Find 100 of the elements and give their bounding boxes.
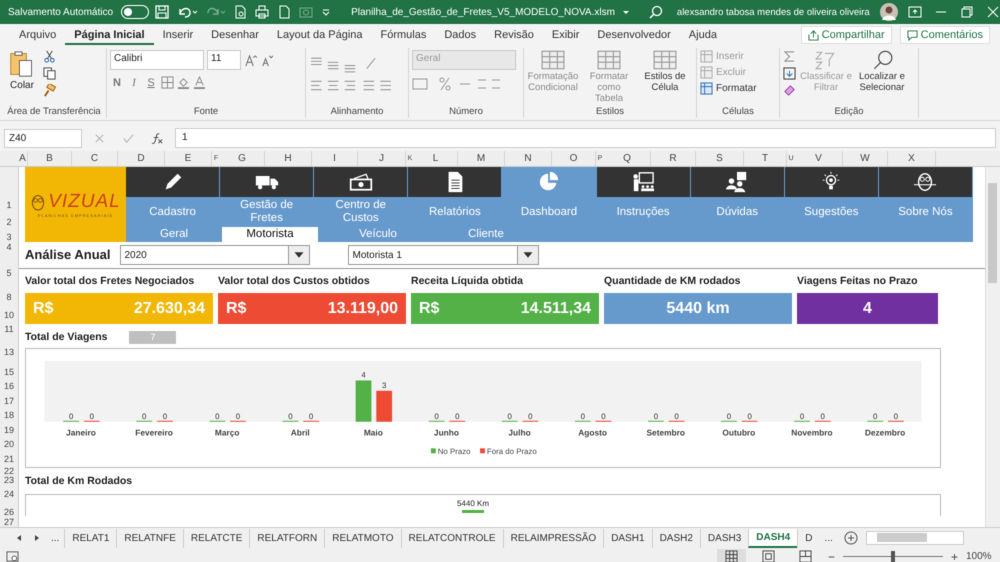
row-header[interactable]: 3 [6, 232, 12, 242]
currency-symbol: R$ [33, 300, 54, 318]
currency-symbol: R$ [419, 300, 440, 318]
row-header[interactable]: 15 [4, 367, 14, 377]
ribbon-tab[interactable]: Inserir [154, 26, 202, 44]
italic-button[interactable]: I [127, 76, 141, 88]
kpi-label: Viagens Feitas no Prazo [797, 275, 919, 287]
column-header[interactable]: Q [604, 151, 651, 166]
row-header[interactable]: 23 [4, 476, 14, 485]
group-label: Edição [833, 106, 865, 118]
group-label: Número [448, 106, 484, 118]
ribbon-tab[interactable]: Revisão [485, 26, 543, 44]
axis-label: Setembro [646, 428, 685, 438]
ribbon-tab[interactable]: Desenhar [202, 26, 268, 44]
ribbon-tab[interactable]: Arquivo [10, 26, 66, 44]
data-label: 0 [654, 412, 658, 421]
sheet-tab[interactable]: DASH4 [748, 528, 798, 548]
bold-button[interactable]: N [110, 76, 124, 88]
kpi-label: Valor total dos Fretes Negociados [25, 275, 196, 287]
row-header[interactable]: 13 [4, 347, 14, 357]
axis-label: Agosto [578, 428, 608, 438]
column-header[interactable]: T [744, 151, 787, 166]
column-header[interactable]: I [312, 151, 358, 166]
column-header[interactable]: A [18, 151, 28, 166]
styles-button[interactable]: Estilos de Célula [639, 50, 691, 94]
column-header[interactable]: V [795, 151, 843, 166]
column-header[interactable]: L [414, 151, 458, 166]
sub-tab[interactable]: Motorista [222, 227, 318, 242]
cells-button[interactable]: Formatar [700, 82, 757, 95]
data-label: 0 [288, 412, 293, 421]
ribbon-tab[interactable]: Exibir [542, 26, 588, 44]
row-header[interactable]: 24 [4, 489, 14, 499]
row-header[interactable]: 8 [6, 292, 12, 302]
column-header[interactable]: E [165, 151, 212, 166]
data-label: 0 [820, 412, 825, 421]
zoom-in-button[interactable]: + [950, 550, 958, 562]
column-header[interactable]: G [220, 151, 265, 166]
row-header[interactable]: 11 [4, 324, 14, 334]
axis-label: Julho [508, 428, 531, 438]
row-header[interactable]: 20 [4, 439, 14, 449]
ribbon-tab[interactable]: Fórmulas [372, 26, 436, 44]
group-label: Fonte [192, 106, 220, 118]
row-header[interactable]: 27 [4, 517, 14, 527]
column-header[interactable]: B [28, 151, 72, 166]
window-title: Planilha_de_Gestão_de_Fretes_V5_MODELO_NOVA.xlsm [351, 6, 615, 18]
name-box[interactable]: Z40 [4, 128, 82, 148]
column-header[interactable]: S [696, 151, 744, 166]
column-header[interactable]: M [458, 151, 505, 166]
kpi-value: 4 [863, 300, 872, 318]
underline-button[interactable]: S [144, 76, 158, 88]
ribbon-tab[interactable]: Dados [435, 26, 486, 44]
zoom-out-button[interactable]: − [828, 550, 835, 562]
section-title: Total de Viagens [25, 331, 108, 343]
data-label: 0 [674, 412, 679, 421]
data-label: 0 [601, 412, 606, 421]
column-header[interactable]: W [843, 151, 888, 166]
axis-label: Fevereiro [135, 428, 173, 438]
zoom-level[interactable]: 100% [966, 551, 994, 562]
font-size-field[interactable]: 11 [207, 50, 241, 70]
column-header[interactable]: O [552, 151, 596, 166]
data-label: 0 [873, 412, 878, 421]
row-header[interactable]: 17 [4, 396, 14, 406]
font-name-field[interactable]: Calibri [110, 50, 204, 70]
row-header[interactable]: 18 [4, 410, 14, 420]
axis-label: Março [214, 428, 240, 438]
row-header[interactable]: 5 [6, 268, 12, 278]
row-header[interactable]: 10 [4, 310, 14, 320]
paste-button[interactable]: Colar [5, 50, 39, 91]
row-header[interactable]: 22 [4, 466, 14, 476]
column-header[interactable]: X [888, 151, 936, 166]
year-dropdown[interactable]: 2020 [120, 245, 310, 265]
more-sheets-button[interactable]: ... [46, 532, 64, 544]
ribbon-tab[interactable]: Desenvolvedor [588, 26, 680, 44]
row-header[interactable]: 2 [6, 217, 12, 227]
column-header[interactable]: D [118, 151, 165, 166]
formula-field[interactable]: 1 [175, 128, 996, 148]
autosave-label: Salvamento Automático [8, 6, 114, 18]
ribbon-tab[interactable]: Layout da Página [268, 26, 372, 44]
comments-button[interactable]: Comentários [900, 26, 990, 44]
column-header[interactable]: H [265, 151, 312, 166]
data-label: 0 [580, 412, 585, 421]
row-header[interactable]: 1 [6, 200, 12, 210]
column-header[interactable]: C [72, 151, 118, 166]
row-header[interactable]: 4 [6, 242, 12, 252]
column-header[interactable]: R [651, 151, 696, 166]
column-header[interactable]: J [358, 151, 406, 166]
data-label: 0 [308, 412, 314, 421]
row-header[interactable]: 21 [4, 454, 14, 464]
row-header[interactable]: 26 [4, 507, 14, 517]
row-header[interactable]: 16 [4, 381, 14, 391]
row-header[interactable]: 19 [4, 425, 14, 435]
trip-count: 7 [129, 330, 176, 344]
find-select-button[interactable]: Localizar e Selecionar [856, 50, 908, 94]
ribbon-tab[interactable]: Ajuda [680, 26, 726, 44]
kpi-label: Valor total dos Custos obtidos [218, 275, 371, 287]
share-button[interactable]: Compartilhar [800, 26, 892, 44]
more-sheets-button[interactable]: ... [819, 532, 838, 544]
column-header[interactable]: N [505, 151, 552, 166]
driver-dropdown[interactable]: Motorista 1 [348, 245, 540, 265]
group-label: Área de Transferência [6, 106, 102, 118]
